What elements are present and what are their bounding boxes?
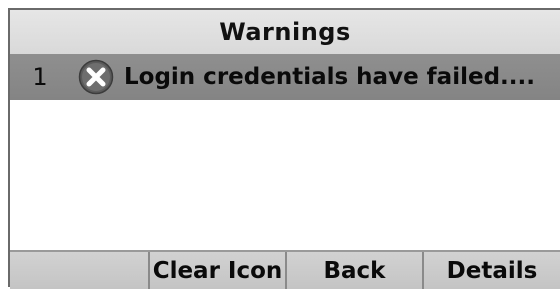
details-softkey[interactable]: Details	[424, 252, 560, 289]
softkey-1[interactable]	[10, 252, 150, 289]
list-item[interactable]: 1 Login credentials have failed....	[10, 54, 560, 100]
warnings-list: 1 Login credentials have failed....	[10, 54, 560, 250]
error-x-icon	[78, 59, 114, 95]
clear-icon-softkey[interactable]: Clear Icon	[150, 252, 287, 289]
warning-text: Login credentials have failed....	[124, 64, 535, 90]
screen-title: Warnings	[10, 10, 560, 54]
phone-screen: Warnings 1 Login credentials have failed…	[8, 8, 560, 289]
softkey-bar: Clear Icon Back Details	[10, 250, 560, 289]
warning-index: 1	[32, 63, 48, 91]
back-softkey[interactable]: Back	[287, 252, 424, 289]
